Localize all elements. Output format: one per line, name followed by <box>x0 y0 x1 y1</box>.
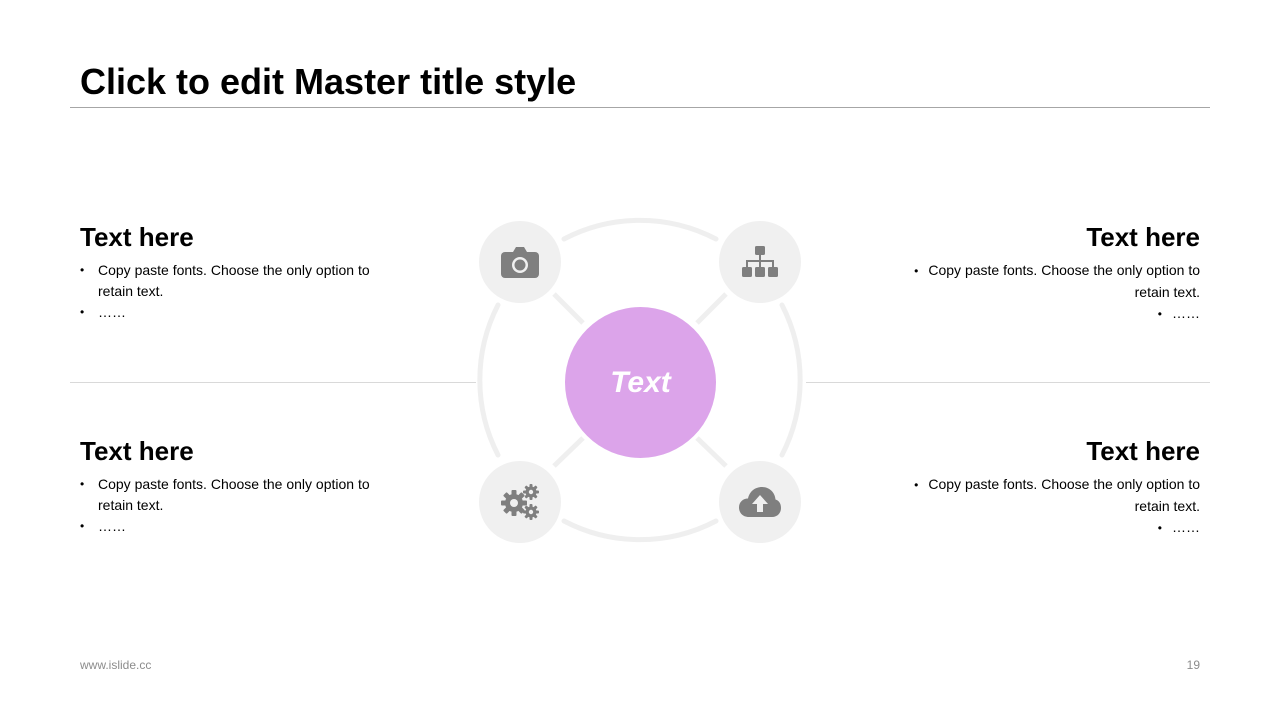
ring-arc-top <box>561 217 719 242</box>
slide-title[interactable]: Click to edit Master title style <box>80 60 576 104</box>
bullet-item: Copy paste fonts. Choose the only option… <box>80 474 390 516</box>
node-top-left[interactable] <box>479 221 561 303</box>
text-block-top-left[interactable]: Text here Copy paste fonts. Choose the o… <box>80 222 390 323</box>
bullet-item: Copy paste fonts. Choose the only option… <box>80 260 390 302</box>
node-top-right[interactable] <box>719 221 801 303</box>
text-block-bottom-left[interactable]: Text here Copy paste fonts. Choose the o… <box>80 436 390 537</box>
ring-arc-left <box>477 302 501 458</box>
hierarchy-icon <box>742 246 778 277</box>
center-label: Text <box>610 365 671 399</box>
bullet-item: …… <box>80 516 390 537</box>
bullet-list: Copy paste fonts. Choose the only option… <box>890 474 1200 539</box>
bullet-list: Copy paste fonts. Choose the only option… <box>80 474 390 537</box>
bullet-item: …… <box>80 302 390 323</box>
camera-icon <box>501 247 539 278</box>
ring-arc-bottom <box>561 518 719 543</box>
horizontal-divider-left <box>70 382 476 383</box>
bullet-list: Copy paste fonts. Choose the only option… <box>80 260 390 323</box>
bullet-text: Copy paste fonts. Choose the only option… <box>928 476 1200 514</box>
title-divider <box>70 107 1210 108</box>
bullet-list: Copy paste fonts. Choose the only option… <box>890 260 1200 325</box>
spoke-top-right <box>695 292 728 325</box>
bullet-text: Copy paste fonts. Choose the only option… <box>928 262 1200 300</box>
block-heading: Text here <box>1086 222 1200 252</box>
bullet-item: …… <box>890 517 1200 539</box>
node-bottom-right[interactable] <box>719 461 801 543</box>
center-circle[interactable]: Text <box>565 307 716 458</box>
spoke-bottom-left <box>552 436 585 468</box>
gears-icon <box>501 484 539 520</box>
block-heading: Text here <box>80 436 194 466</box>
bullet-item: Copy paste fonts. Choose the only option… <box>890 260 1200 303</box>
text-block-bottom-right[interactable]: Text here Copy paste fonts. Choose the o… <box>890 436 1200 539</box>
node-bottom-left[interactable] <box>479 461 561 543</box>
bullet-text: …… <box>1172 305 1200 321</box>
spoke-top-left <box>552 292 585 325</box>
footer-website: www.islide.cc <box>80 658 152 672</box>
horizontal-divider-right <box>806 382 1210 383</box>
spoke-bottom-right <box>695 436 728 468</box>
bullet-text: …… <box>1172 519 1200 535</box>
ring-arc-right <box>779 302 803 458</box>
cloud-upload-icon <box>739 487 781 517</box>
bullet-item: Copy paste fonts. Choose the only option… <box>890 474 1200 517</box>
block-heading: Text here <box>1086 436 1200 466</box>
page-number: 19 <box>1186 658 1200 672</box>
block-heading: Text here <box>80 222 194 252</box>
bullet-item: …… <box>890 303 1200 325</box>
text-block-top-right[interactable]: Text here Copy paste fonts. Choose the o… <box>890 222 1200 325</box>
